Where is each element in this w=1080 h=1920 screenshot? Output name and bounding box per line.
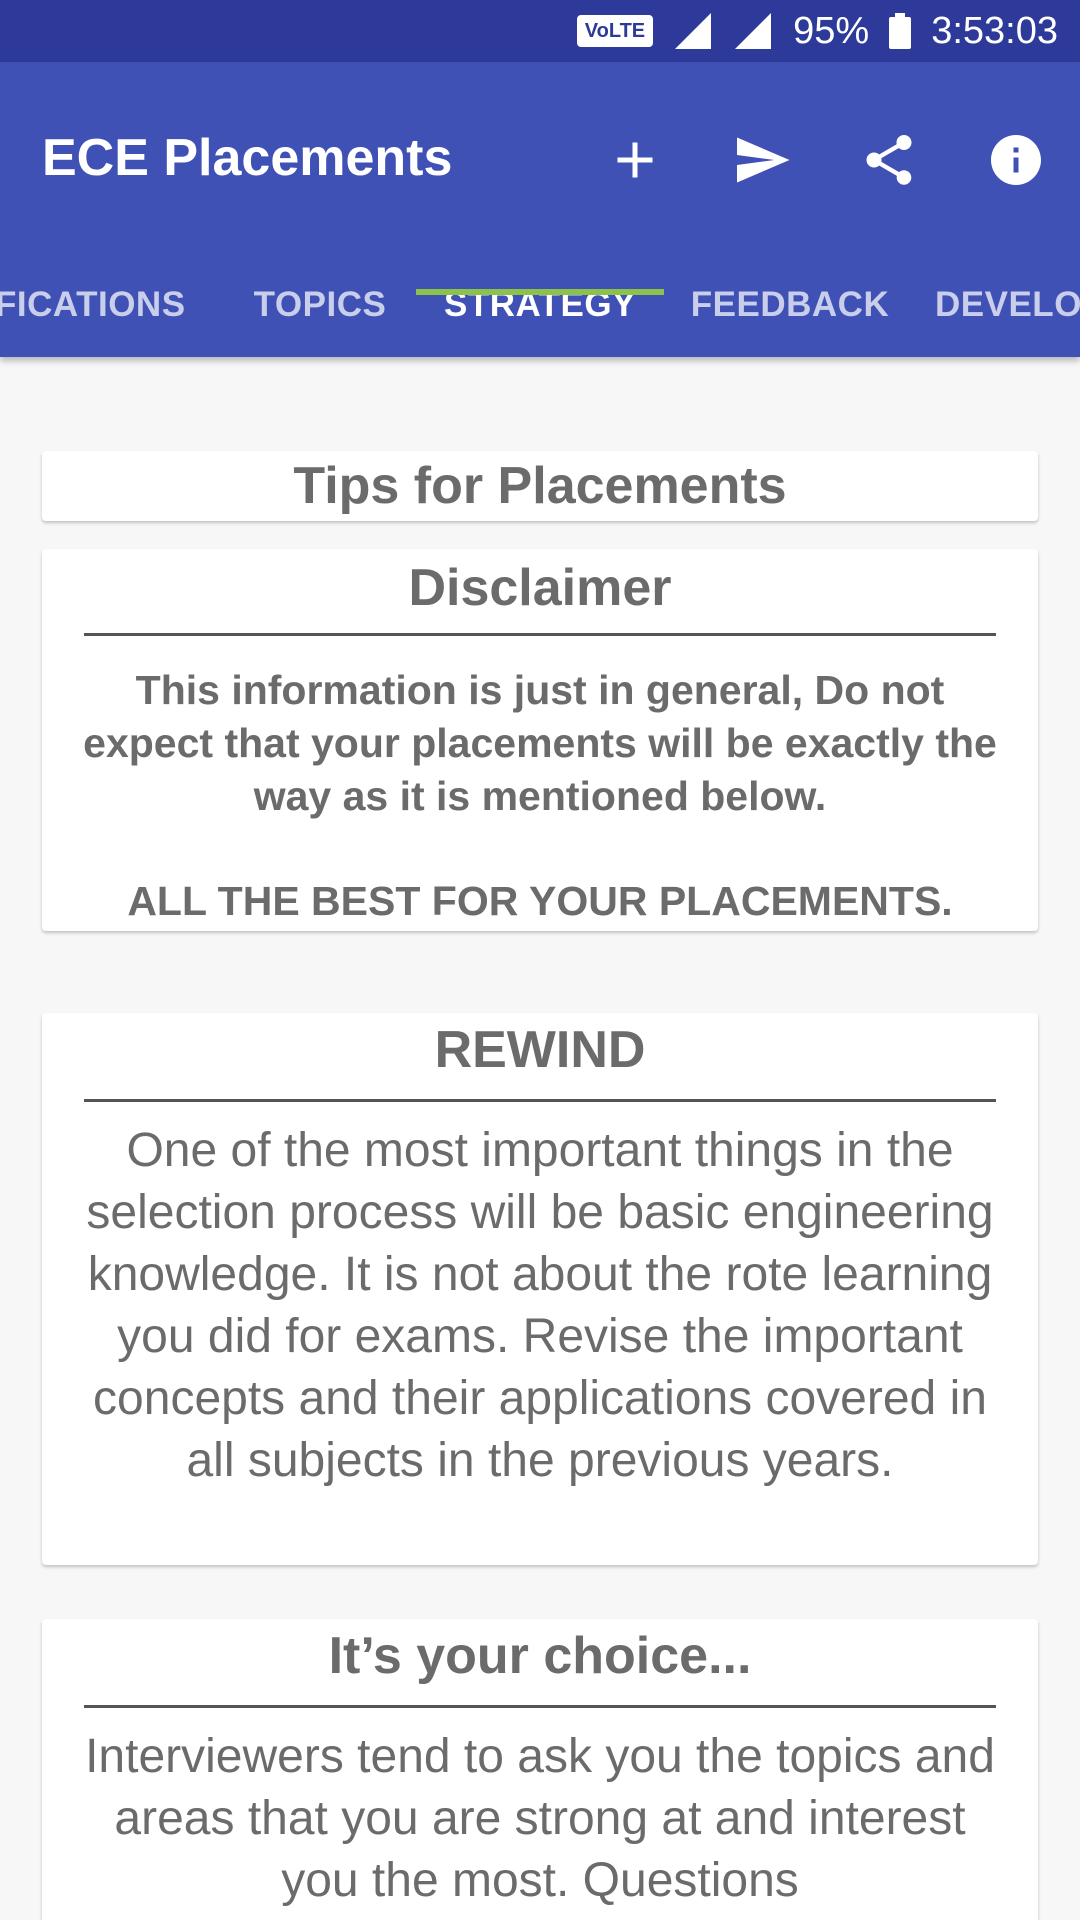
choice-text: Interviewers tend to ask you the topics …: [85, 1730, 995, 1907]
rewind-text: One of the most important things in the …: [86, 1124, 994, 1487]
disclaimer-divider: [84, 633, 996, 636]
app-title: ECE Placements: [42, 129, 453, 187]
app-bar: ECE Placements NOTIFICATIONS TOPICS STRA…: [0, 62, 1080, 357]
disclaimer-card: Disclaimer This information is just in g…: [42, 549, 1038, 931]
add-icon: [617, 142, 653, 178]
send-button[interactable]: [722, 120, 802, 200]
tab-indicator: [416, 289, 664, 295]
signal-icon: [733, 11, 773, 51]
choice-title: It’s your choice...: [328, 1627, 752, 1685]
tab-developers[interactable]: DEVELOPERS: [935, 252, 1080, 357]
battery-percent: 95%: [793, 9, 870, 52]
tab-strategy[interactable]: STRATEGY: [416, 252, 664, 357]
tab-notifications[interactable]: NOTIFICATIONS: [0, 252, 200, 357]
volte-badge: VoLTE: [576, 15, 654, 47]
choice-divider: [84, 1705, 996, 1708]
share-icon: [866, 135, 912, 185]
disclaimer-title: Disclaimer: [408, 559, 672, 617]
clock: 3:53:03: [931, 9, 1058, 52]
no-signal-icon: [673, 11, 713, 51]
add-button[interactable]: [595, 120, 675, 200]
rewind-divider: [84, 1099, 996, 1102]
toolbar: ECE Placements: [0, 62, 1080, 252]
battery-icon: [889, 13, 912, 49]
tips-title: Tips for Placements: [293, 457, 787, 515]
choice-card: It’s your choice... Interviewers tend to…: [42, 1619, 1038, 1920]
tab-topics[interactable]: TOPICS: [230, 252, 410, 357]
rewind-title: REWIND: [434, 1021, 646, 1079]
tab-feedback[interactable]: FEEDBACK: [680, 252, 900, 357]
disclaimer-footer: ALL THE BEST FOR YOUR PLACEMENTS.: [127, 878, 953, 924]
info-button[interactable]: [976, 120, 1056, 200]
share-button[interactable]: [849, 120, 929, 200]
strategy-content[interactable]: Tips for Placements Disclaimer This info…: [0, 357, 1080, 1920]
tab-bar: NOTIFICATIONS TOPICS STRATEGY FEEDBACK D…: [0, 252, 1080, 357]
rewind-card: REWIND One of the most important things …: [42, 1013, 1038, 1565]
info-icon: [991, 135, 1041, 185]
tips-card: Tips for Placements: [42, 451, 1038, 521]
send-icon: [737, 137, 790, 183]
disclaimer-text: This information is just in general, Do …: [83, 667, 997, 819]
status-bar: VoLTE 95% 3:53:03: [0, 0, 1080, 62]
